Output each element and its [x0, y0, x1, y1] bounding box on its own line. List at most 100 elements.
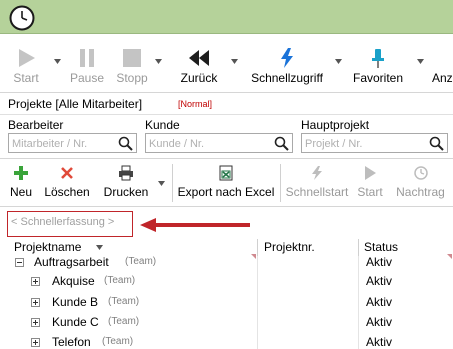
employee-input[interactable]	[12, 136, 111, 151]
new-label: Neu	[9, 185, 32, 199]
plus-icon	[14, 166, 28, 180]
export-excel-label: Export nach Excel	[177, 185, 275, 199]
project-name: Akquise	[52, 274, 95, 288]
x-icon	[61, 167, 73, 179]
quick-entry-field[interactable]: < Schnellerfassung >	[7, 211, 133, 237]
team-tag: (Team)	[104, 275, 136, 286]
pin-icon	[372, 49, 384, 68]
start-label: Start	[13, 71, 39, 85]
employee-filter-label: Bearbeiter	[8, 118, 64, 132]
start-action-button[interactable]: Start	[355, 160, 385, 206]
expand-toggle[interactable]	[31, 338, 40, 347]
new-button[interactable]: Neu	[6, 160, 36, 206]
quick-start-label: Schnellstart	[285, 185, 349, 199]
play-icon	[365, 166, 376, 180]
search-icon[interactable]	[429, 136, 444, 151]
customer-filter-label: Kunde	[145, 118, 180, 132]
pause-label: Pause	[69, 71, 105, 85]
table-row[interactable]: Telefon (Team) Aktiv	[0, 332, 453, 349]
project-name: Auftragsarbeit	[34, 255, 109, 269]
status-value: Aktiv	[366, 315, 393, 329]
project-header: Projekte [Alle Mitarbeiter] [Normal]	[0, 94, 453, 115]
team-tag: (Team)	[102, 336, 134, 347]
expand-toggle[interactable]	[31, 298, 40, 307]
lightning-icon	[312, 166, 322, 180]
divider	[0, 158, 453, 159]
stop-button[interactable]: Stopp	[112, 35, 152, 93]
chevron-down-icon[interactable]	[231, 59, 238, 64]
project-name: Telefon	[52, 335, 91, 349]
status-value: Aktiv	[366, 335, 393, 349]
project-name: Kunde C	[52, 315, 99, 329]
main-toolbar: Start Pause Stopp Zurück Schnellzugriff …	[0, 35, 453, 93]
clock-icon	[9, 5, 35, 31]
table-row[interactable]: Akquise (Team) Aktiv	[0, 271, 453, 293]
main-project-input[interactable]	[305, 136, 422, 151]
page-title: Projekte [Alle Mitarbeiter]	[8, 97, 143, 111]
team-tag: (Team)	[108, 316, 140, 327]
sort-descending-icon	[96, 245, 103, 250]
chevron-down-icon[interactable]	[54, 59, 61, 64]
more-button[interactable]: Anz	[432, 35, 453, 93]
delete-label: Löschen	[44, 185, 90, 199]
corner-marker	[447, 254, 452, 259]
status-value: Aktiv	[366, 274, 393, 288]
divider	[280, 164, 281, 202]
back-label: Zurück	[180, 71, 218, 85]
delete-button[interactable]: Löschen	[42, 160, 92, 206]
lightning-icon	[281, 48, 293, 68]
print-label: Drucken	[103, 185, 149, 199]
customer-filter[interactable]	[145, 133, 293, 153]
chevron-down-icon[interactable]	[417, 59, 424, 64]
mode-badge: [Normal]	[178, 99, 213, 109]
status-value: Aktiv	[366, 255, 393, 269]
divider	[172, 164, 173, 202]
favorites-button[interactable]: Favoriten	[347, 35, 409, 93]
follow-up-label: Nachtrag	[396, 185, 445, 199]
corner-marker	[251, 254, 256, 259]
stop-label: Stopp	[116, 71, 148, 85]
project-name: Kunde B	[52, 295, 99, 309]
favorites-label: Favoriten	[352, 71, 404, 85]
quick-access-label: Schnellzugriff	[251, 71, 323, 85]
team-tag: (Team)	[125, 256, 157, 267]
expand-toggle[interactable]	[31, 318, 40, 327]
back-button[interactable]: Zurück	[172, 35, 226, 93]
table-row[interactable]: Kunde C (Team) Aktiv	[0, 312, 453, 334]
expand-toggle[interactable]	[31, 277, 40, 286]
clock-icon	[413, 166, 428, 180]
print-button[interactable]: Drucken	[100, 160, 152, 206]
search-icon[interactable]	[118, 136, 133, 151]
chevron-down-icon[interactable]	[155, 59, 162, 64]
export-excel-button[interactable]: Export nach Excel	[177, 160, 275, 206]
chevron-down-icon[interactable]	[158, 181, 165, 186]
follow-up-button[interactable]: Nachtrag	[393, 160, 448, 206]
main-project-filter[interactable]	[301, 133, 448, 153]
employee-filter[interactable]	[8, 133, 137, 153]
title-bar	[0, 0, 453, 34]
search-icon[interactable]	[274, 136, 289, 151]
start-action-label: Start	[357, 185, 383, 199]
printer-icon	[119, 165, 133, 181]
rewind-icon	[189, 50, 209, 66]
status-value: Aktiv	[366, 295, 393, 309]
customer-input[interactable]	[149, 136, 267, 151]
project-grid: Auftragsarbeit (Team) Aktiv Akquise (Tea…	[0, 254, 453, 349]
quick-access-button[interactable]: Schnellzugriff	[244, 35, 330, 93]
quick-start-button[interactable]: Schnellstart	[285, 160, 349, 206]
pause-icon	[80, 49, 94, 67]
main-project-filter-label: Hauptprojekt	[301, 118, 370, 132]
more-label: Anz	[432, 71, 453, 85]
play-icon	[19, 49, 35, 67]
stop-icon	[123, 49, 141, 67]
pause-button[interactable]: Pause	[66, 35, 108, 93]
team-tag: (Team)	[108, 296, 140, 307]
arrow-left-icon	[140, 218, 250, 232]
excel-icon	[219, 165, 233, 181]
table-row[interactable]: Kunde B (Team) Aktiv	[0, 292, 453, 314]
chevron-down-icon[interactable]	[335, 59, 342, 64]
start-button[interactable]: Start	[6, 35, 46, 93]
action-bar: Neu Löschen Drucken Export nach Excel Sc…	[0, 160, 453, 206]
divider	[0, 206, 453, 207]
collapse-toggle[interactable]	[15, 258, 24, 267]
